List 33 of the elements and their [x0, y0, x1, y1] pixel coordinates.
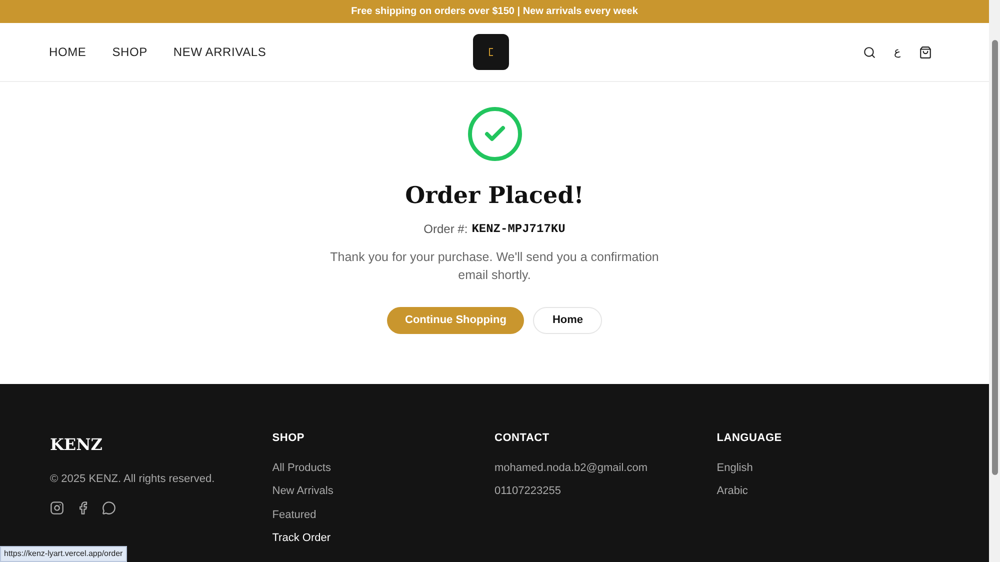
footer-link[interactable]: 01107223255 [494, 483, 561, 500]
footer-brand: KENZ [50, 434, 102, 456]
nav-link[interactable]: SHOP [112, 43, 148, 61]
chat-icon[interactable] [102, 500, 116, 514]
confirmation-message: Thank you for your purchase. We'll send you a confirmation email shortly. [329, 248, 660, 284]
footer-heading: SHOP [272, 431, 305, 446]
confirmation-title: Order Placed! [405, 181, 584, 211]
search-icon[interactable] [863, 46, 876, 58]
copyright-text: © 2025 KENZ. All rights reserved. [50, 472, 215, 487]
footer-link[interactable]: New Arrivals [272, 483, 334, 500]
status-bar-url: https://kenz-lyart.vercel.app/order [0, 546, 127, 562]
scrollbar[interactable] [989, 0, 1000, 562]
order-label: Order #: [424, 220, 468, 238]
language-toggle[interactable]: ع [894, 44, 901, 60]
nav-link[interactable]: HOME [49, 43, 86, 61]
announcement-bar: Free shipping on orders over $150 | New arrivals every week [0, 0, 989, 23]
scrollbar-thumb[interactable] [992, 40, 998, 475]
logo-icon [486, 47, 494, 57]
footer-link[interactable]: mohamed.noda.b2@gmail.com [494, 460, 648, 476]
footer-link[interactable]: English [716, 460, 753, 476]
footer-link[interactable]: Arabic [716, 483, 748, 500]
logo[interactable] [472, 34, 508, 70]
footer-link[interactable]: Track Order [272, 530, 331, 546]
instagram-icon[interactable] [50, 500, 64, 514]
footer-heading: CONTACT [494, 431, 550, 446]
home-button[interactable]: Home [533, 306, 602, 334]
footer-link[interactable]: All Products [272, 460, 331, 476]
cart-icon[interactable] [919, 46, 932, 58]
nav-link[interactable]: NEW ARRIVALS [173, 43, 266, 61]
footer-heading: LANGUAGE [716, 431, 782, 446]
footer-link[interactable]: Featured [272, 506, 316, 523]
order-number: KENZ-MPJ717KU [472, 220, 566, 238]
success-check-icon [468, 107, 522, 161]
